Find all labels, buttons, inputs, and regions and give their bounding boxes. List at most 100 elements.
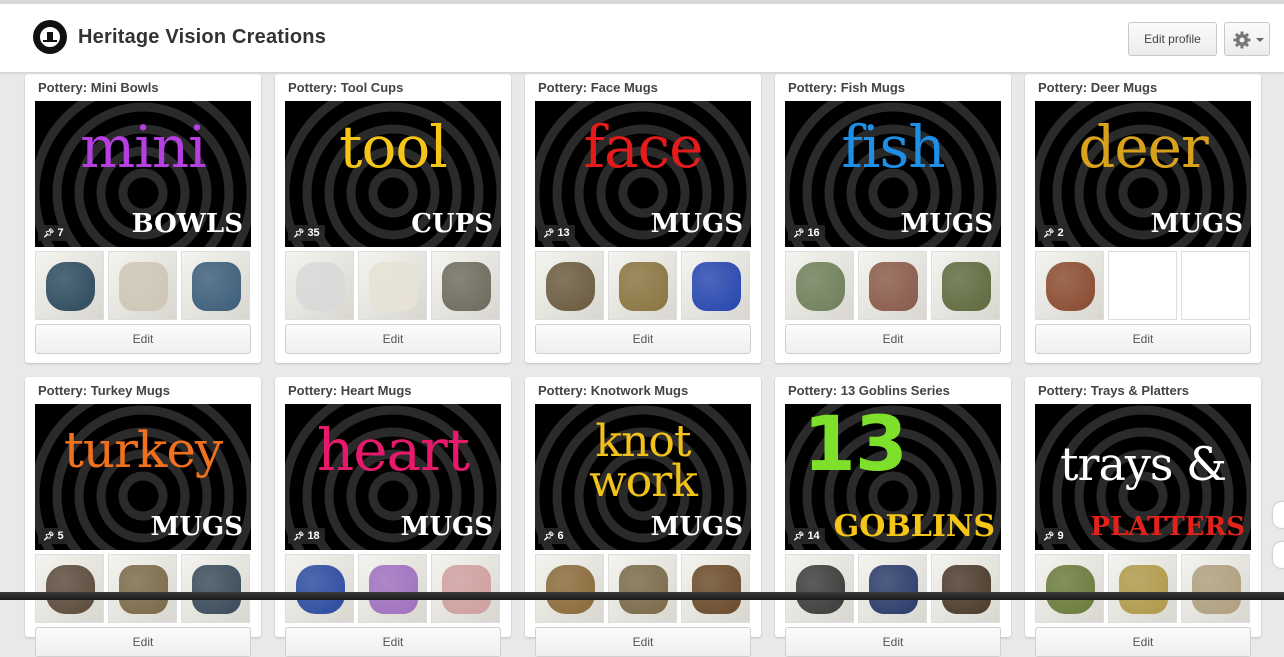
edit-board-button[interactable]: Edit bbox=[35, 627, 251, 657]
board-cover[interactable]: turkey MUGS 📌︎ 5 bbox=[35, 404, 251, 550]
pin-icon: 📌︎ bbox=[293, 228, 305, 238]
cover-title-text: knot work bbox=[589, 416, 698, 507]
pin-thumbnail[interactable] bbox=[1108, 251, 1177, 320]
board-title[interactable]: Pottery: Heart Mugs bbox=[288, 383, 412, 398]
pin-icon: 📌︎ bbox=[1043, 531, 1055, 541]
board-title[interactable]: Pottery: Deer Mugs bbox=[1038, 80, 1157, 95]
pin-count-badge: 📌︎ 13 bbox=[538, 225, 575, 241]
settings-menu-button[interactable] bbox=[1224, 22, 1270, 56]
pin-count-badge: 📌︎ 18 bbox=[288, 528, 325, 544]
cover-subtitle-text: CUPS bbox=[411, 209, 493, 239]
board-title[interactable]: Pottery: Trays & Platters bbox=[1038, 383, 1189, 398]
edit-board-button[interactable]: Edit bbox=[535, 627, 751, 657]
cover-title-text: 13 bbox=[803, 404, 908, 488]
board-cover[interactable]: face MUGS 📌︎ 13 bbox=[535, 101, 751, 247]
pin-count-value: 7 bbox=[57, 227, 64, 239]
pin-thumbnail[interactable] bbox=[785, 251, 854, 320]
board-cover[interactable]: fish MUGS 📌︎ 16 bbox=[785, 101, 1001, 247]
board-cover[interactable]: tool CUPS 📌︎ 35 bbox=[285, 101, 501, 247]
edit-board-button[interactable]: Edit bbox=[1035, 627, 1251, 657]
page-title: Heritage Vision Creations bbox=[78, 26, 327, 48]
cover-subtitle-text: MUGS bbox=[150, 512, 243, 542]
cover-title-text: mini bbox=[80, 113, 206, 181]
pin-thumbnail[interactable] bbox=[35, 554, 104, 623]
scroll-control-down[interactable] bbox=[1273, 542, 1284, 568]
board-thumbnails bbox=[1035, 251, 1251, 320]
pin-thumbnail[interactable] bbox=[1108, 554, 1177, 623]
pin-thumbnail[interactable] bbox=[858, 554, 927, 623]
edit-board-button[interactable]: Edit bbox=[285, 627, 501, 657]
pin-icon: 📌︎ bbox=[793, 228, 805, 238]
board-card[interactable]: Pottery: Face Mugs face MUGS 📌︎ 13 Edit bbox=[525, 74, 761, 363]
pin-thumbnail[interactable] bbox=[931, 554, 1000, 623]
pin-thumbnail[interactable] bbox=[681, 554, 750, 623]
pin-thumbnail[interactable] bbox=[108, 554, 177, 623]
pin-thumbnail[interactable] bbox=[431, 251, 500, 320]
board-card[interactable]: Pottery: Deer Mugs deer MUGS 📌︎ 2 Edit bbox=[1025, 74, 1261, 363]
pin-thumbnail[interactable] bbox=[285, 251, 354, 320]
board-cover[interactable]: heart MUGS 📌︎ 18 bbox=[285, 404, 501, 550]
profile-header: Heritage Vision Creations Edit profile bbox=[0, 0, 1284, 72]
cover-subtitle-text: BOWLS bbox=[131, 209, 243, 239]
pin-count-value: 6 bbox=[557, 530, 564, 542]
edit-board-button[interactable]: Edit bbox=[35, 324, 251, 354]
pin-thumbnail[interactable] bbox=[535, 251, 604, 320]
edit-profile-button[interactable]: Edit profile bbox=[1128, 22, 1217, 56]
board-thumbnails bbox=[35, 554, 251, 623]
logo-emblem bbox=[38, 25, 62, 49]
pin-count-value: 14 bbox=[807, 530, 820, 542]
scroll-control-up[interactable] bbox=[1273, 502, 1284, 528]
pin-count-value: 5 bbox=[57, 530, 64, 542]
pin-thumbnail[interactable] bbox=[181, 251, 250, 320]
board-title[interactable]: Pottery: Turkey Mugs bbox=[38, 383, 170, 398]
pin-thumbnail[interactable] bbox=[285, 554, 354, 623]
pin-thumbnail[interactable] bbox=[108, 251, 177, 320]
pin-thumbnail[interactable] bbox=[358, 554, 427, 623]
cover-title-text: trays & bbox=[1059, 437, 1227, 491]
board-cover[interactable]: 13 GOBLINS 📌︎ 14 bbox=[785, 404, 1001, 550]
pin-icon: 📌︎ bbox=[543, 531, 555, 541]
pin-thumbnail[interactable] bbox=[431, 554, 500, 623]
cover-subtitle-text: PLATTERS bbox=[1090, 512, 1245, 542]
board-title[interactable]: Pottery: 13 Goblins Series bbox=[788, 383, 950, 398]
pin-thumbnail[interactable] bbox=[608, 251, 677, 320]
board-cover[interactable]: deer MUGS 📌︎ 2 bbox=[1035, 101, 1251, 247]
cover-title-text: tool bbox=[339, 113, 448, 181]
edit-board-button[interactable]: Edit bbox=[1035, 324, 1251, 354]
edit-board-button[interactable]: Edit bbox=[285, 324, 501, 354]
board-title[interactable]: Pottery: Tool Cups bbox=[288, 80, 403, 95]
board-card[interactable]: Pottery: Fish Mugs fish MUGS 📌︎ 16 Edit bbox=[775, 74, 1011, 363]
pin-count-badge: 📌︎ 16 bbox=[788, 225, 825, 241]
board-cover[interactable]: mini BOWLS 📌︎ 7 bbox=[35, 101, 251, 247]
os-taskbar bbox=[0, 592, 1284, 600]
pin-thumbnail[interactable] bbox=[358, 251, 427, 320]
pin-thumbnail[interactable] bbox=[1181, 251, 1250, 320]
pin-count-badge: 📌︎ 2 bbox=[1038, 225, 1069, 241]
board-title[interactable]: Pottery: Knotwork Mugs bbox=[538, 383, 688, 398]
pin-thumbnail[interactable] bbox=[181, 554, 250, 623]
board-cover[interactable]: knot work MUGS 📌︎ 6 bbox=[535, 404, 751, 550]
board-cover[interactable]: trays & PLATTERS 📌︎ 9 bbox=[1035, 404, 1251, 550]
board-title[interactable]: Pottery: Mini Bowls bbox=[38, 80, 159, 95]
board-card[interactable]: Pottery: Tool Cups tool CUPS 📌︎ 35 Edit bbox=[275, 74, 511, 363]
pin-thumbnail[interactable] bbox=[1181, 554, 1250, 623]
pin-thumbnail[interactable] bbox=[931, 251, 1000, 320]
pin-thumbnail[interactable] bbox=[535, 554, 604, 623]
pin-thumbnail[interactable] bbox=[608, 554, 677, 623]
pin-thumbnail[interactable] bbox=[1035, 251, 1104, 320]
board-title[interactable]: Pottery: Face Mugs bbox=[538, 80, 658, 95]
cover-title-text: heart bbox=[316, 416, 470, 484]
pin-thumbnail[interactable] bbox=[785, 554, 854, 623]
pin-thumbnail[interactable] bbox=[35, 251, 104, 320]
pin-thumbnail[interactable] bbox=[681, 251, 750, 320]
edit-board-button[interactable]: Edit bbox=[785, 324, 1001, 354]
pin-thumbnail[interactable] bbox=[858, 251, 927, 320]
board-title[interactable]: Pottery: Fish Mugs bbox=[788, 80, 905, 95]
cover-title-text: turkey bbox=[63, 421, 223, 479]
profile-avatar[interactable] bbox=[33, 20, 67, 54]
edit-board-button[interactable]: Edit bbox=[785, 627, 1001, 657]
edit-board-button[interactable]: Edit bbox=[535, 324, 751, 354]
board-card[interactable]: Pottery: Mini Bowls mini BOWLS 📌︎ 7 Edit bbox=[25, 74, 261, 363]
pin-count-badge: 📌︎ 9 bbox=[1038, 528, 1069, 544]
pin-thumbnail[interactable] bbox=[1035, 554, 1104, 623]
